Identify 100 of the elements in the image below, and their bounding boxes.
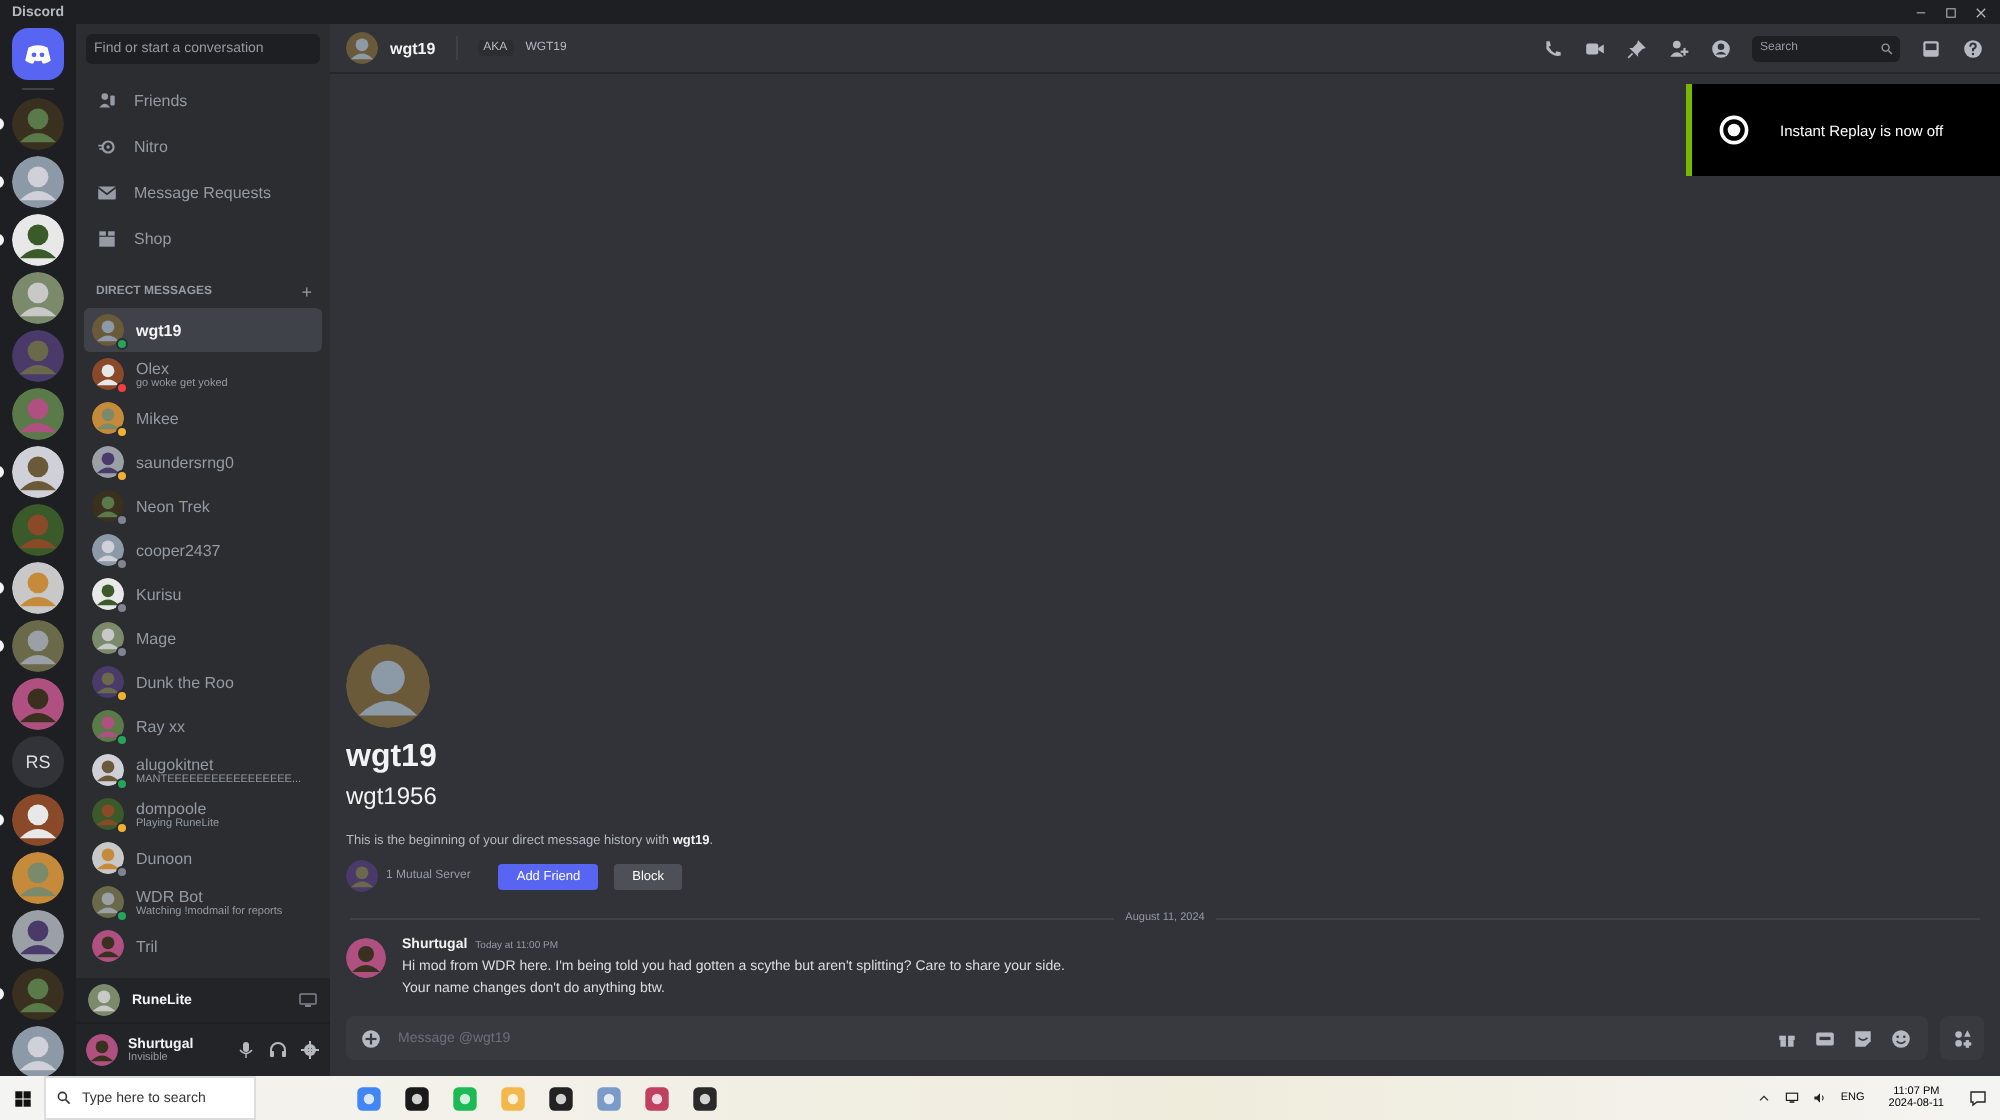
dm-item[interactable]: Dunoon: [84, 836, 322, 880]
avatar: [92, 754, 124, 786]
dm-item[interactable]: Mikee: [84, 396, 322, 440]
headphones-icon[interactable]: [268, 1040, 288, 1060]
dm-item[interactable]: Neon Trek: [84, 484, 322, 528]
avatar: [12, 156, 64, 208]
avatar: [12, 446, 64, 498]
phone-icon[interactable]: [1542, 37, 1564, 59]
dm-name: Ray xx: [136, 717, 185, 735]
add-user-icon[interactable]: [1668, 37, 1690, 59]
nav-item[interactable]: Message Requests: [84, 170, 322, 216]
dm-item[interactable]: Mage: [84, 616, 322, 660]
avatar: [12, 910, 64, 962]
server-icon[interactable]: [12, 156, 64, 208]
avatar: [12, 98, 64, 150]
server-icon[interactable]: [12, 272, 64, 324]
avatar: [92, 798, 124, 830]
nav-item[interactable]: Friends: [84, 78, 322, 124]
help-icon[interactable]: [1962, 37, 1984, 59]
profile-name: wgt19: [346, 740, 439, 776]
dm-item[interactable]: saundersrng0: [84, 440, 322, 484]
avatar: [12, 388, 64, 440]
network-icon[interactable]: [1784, 1090, 1801, 1106]
inbox-icon[interactable]: [1920, 37, 1942, 59]
server-icon[interactable]: [12, 910, 64, 962]
avatar: [92, 710, 124, 742]
avatar: [12, 794, 64, 846]
avatar: [12, 504, 64, 556]
avatar: [346, 938, 386, 978]
avatar: [12, 968, 64, 1020]
dm-name: Kurisu: [136, 585, 182, 603]
avatar: [86, 1034, 118, 1066]
server-icon[interactable]: RS: [12, 736, 64, 788]
dm-item[interactable]: Dunk the Roo: [84, 660, 322, 704]
profile-icon[interactable]: [1710, 37, 1732, 59]
dm-name: dompoole: [136, 799, 209, 817]
dm-name: Dunoon: [136, 849, 193, 867]
replay-icon: [1716, 112, 1752, 148]
server-icon[interactable]: [12, 446, 64, 498]
avatar: [12, 562, 64, 614]
server-icon[interactable]: [12, 620, 64, 672]
shop-icon: [96, 228, 118, 250]
server-icon[interactable]: [12, 852, 64, 904]
avatar: [92, 578, 124, 610]
avatar: [12, 678, 64, 730]
nav-item[interactable]: Shop: [84, 216, 322, 262]
server-icon[interactable]: [12, 794, 64, 846]
server-icon[interactable]: [12, 1026, 64, 1076]
dm-item[interactable]: Kurisu: [84, 572, 322, 616]
taskbar-app-icon[interactable]: [548, 1085, 574, 1111]
avatar: [92, 842, 124, 874]
volume-icon[interactable]: [1812, 1090, 1829, 1106]
taskbar-app-icon[interactable]: [404, 1085, 430, 1111]
home-button[interactable]: [12, 28, 64, 80]
dm-name: saundersrng0: [136, 453, 234, 471]
dm-name: Dunk the Roo: [136, 673, 234, 691]
nav-item[interactable]: Nitro: [84, 124, 322, 170]
dm-item[interactable]: Tril: [84, 924, 322, 968]
avatar: [92, 666, 124, 698]
server-icon[interactable]: [12, 214, 64, 266]
avatar: [92, 930, 124, 962]
avatar: [92, 534, 124, 566]
search-icon: [56, 1090, 72, 1106]
dm-name: cooper2437: [136, 541, 221, 559]
add-dm-button[interactable]: +: [301, 282, 312, 302]
pin-icon[interactable]: [1626, 37, 1648, 59]
avatar: [92, 402, 124, 434]
close-icon[interactable]: [1974, 5, 1988, 19]
nitro-icon: [96, 136, 118, 158]
dm-name: Neon Trek: [136, 497, 210, 515]
windows-start-icon[interactable]: [11, 1087, 33, 1109]
apps-button[interactable]: [1940, 1016, 1984, 1060]
screen-icon[interactable]: [298, 990, 318, 1010]
avatar: [92, 358, 124, 390]
chevron-up-icon[interactable]: [1756, 1090, 1773, 1106]
dm-name: Mage: [136, 629, 177, 647]
avatar: [12, 214, 64, 266]
avatar: [12, 852, 64, 904]
apps-icon: [1951, 1027, 1973, 1049]
avatar: [92, 622, 124, 654]
dm-item[interactable]: cooper2437: [84, 528, 322, 572]
avatar: [12, 330, 64, 382]
avatar: [92, 446, 124, 478]
avatar: [346, 644, 430, 728]
settings-icon[interactable]: [300, 1040, 320, 1060]
emoji-icon[interactable]: [1890, 1027, 1912, 1049]
avatar: [92, 490, 124, 522]
avatar: [92, 886, 124, 918]
dm-item[interactable]: Ray xx: [84, 704, 322, 748]
avatar: [12, 1026, 64, 1076]
taskbar-app-icon[interactable]: [692, 1085, 718, 1111]
microphone-icon[interactable]: [236, 1040, 256, 1060]
dm-name: Olex: [136, 359, 171, 377]
dm-item[interactable]: wgt19: [84, 308, 322, 352]
server-icon[interactable]: [12, 562, 64, 614]
notification-icon[interactable]: [1968, 1088, 1988, 1108]
plus-icon[interactable]: [360, 1027, 382, 1049]
maximize-icon[interactable]: [1944, 5, 1958, 19]
dm-name: Tril: [136, 937, 158, 955]
channel-name: wgt19: [390, 39, 436, 57]
